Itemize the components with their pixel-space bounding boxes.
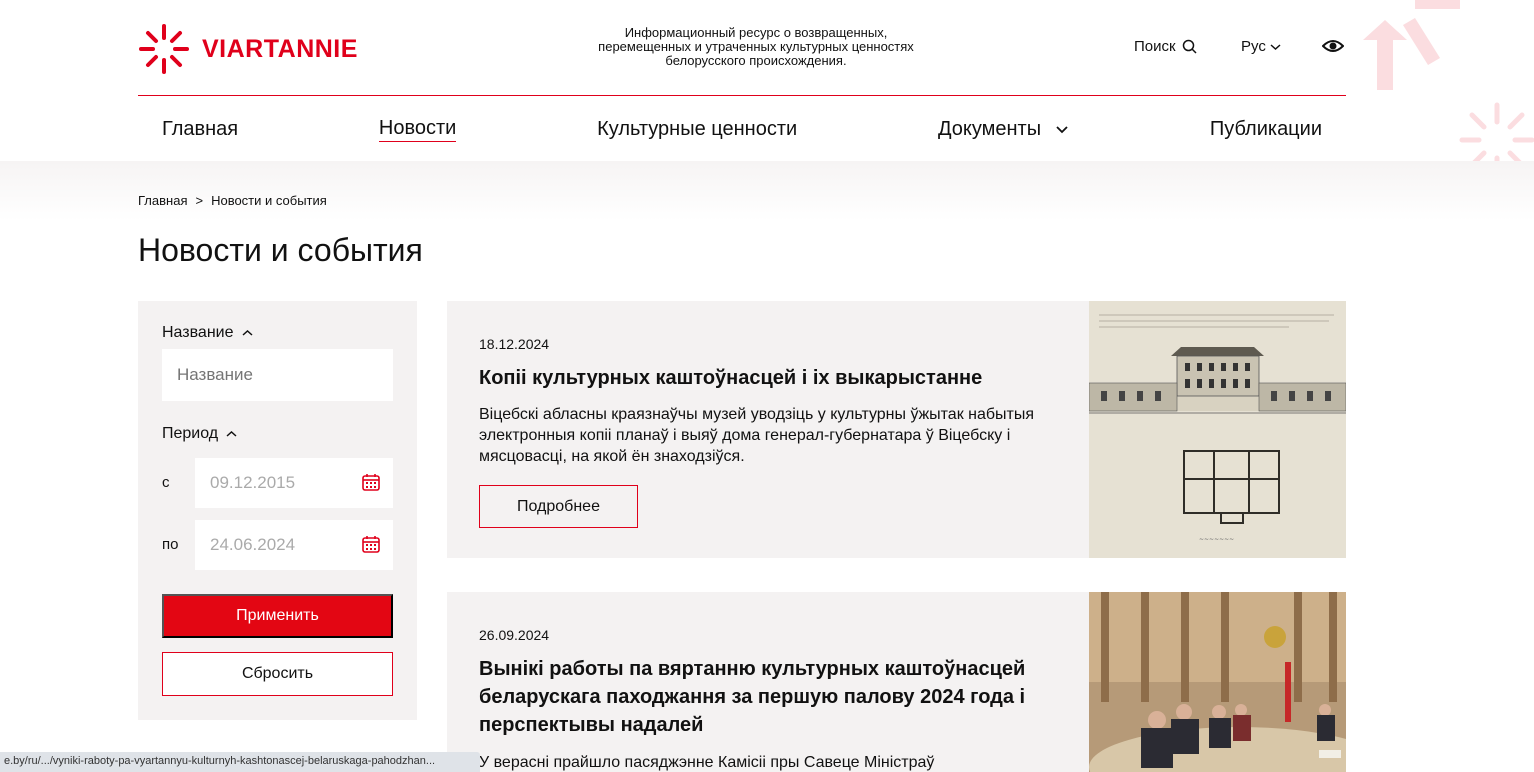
language-label: Рус xyxy=(1241,38,1266,55)
nav-item-cultural-values[interactable]: Культурные ценности xyxy=(597,118,797,141)
search-button[interactable]: Поиск xyxy=(1134,38,1197,55)
browser-status-url: e.by/ru/.../vyniki-raboty-pa-vyartannyu-… xyxy=(0,752,480,772)
filter-panel: Название Период с 09.12.2015 по 24.06.20… xyxy=(138,301,417,720)
breadcrumb-separator: > xyxy=(195,193,204,208)
breadcrumb-home[interactable]: Главная xyxy=(138,193,187,208)
nav-item-news[interactable]: Новости xyxy=(378,117,457,142)
news-summary: У верасні прайшло пасяджэнне Камісіі пры… xyxy=(479,754,935,771)
filter-period-toggle[interactable]: Период xyxy=(162,425,237,443)
nav-item-label: Новости xyxy=(378,117,457,142)
filter-period-label: Период xyxy=(162,425,219,442)
page-title: Новости и события xyxy=(138,232,423,268)
calendar-icon[interactable] xyxy=(361,472,381,492)
svg-text:~~~~~~~: ~~~~~~~ xyxy=(1199,536,1234,543)
filter-to-date[interactable]: 24.06.2024 xyxy=(195,520,393,570)
filter-name-toggle[interactable]: Название xyxy=(162,324,253,342)
news-summary: Віцебскі абласны краязнаўчы музей уводзі… xyxy=(479,406,1035,465)
header-band xyxy=(0,161,1534,221)
nav-item-label: Культурные ценности xyxy=(597,117,798,140)
reset-button[interactable]: Сбросить xyxy=(162,652,393,696)
filter-name-input[interactable] xyxy=(162,349,393,401)
logo-sunburst-icon xyxy=(139,24,189,74)
logo-text: VIARTANNIE xyxy=(202,34,358,63)
news-card: 18.12.2024 Копіі культурных каштоўнасцей… xyxy=(447,301,1346,558)
chevron-up-icon xyxy=(242,329,252,336)
apply-button[interactable]: Применить xyxy=(162,594,393,638)
more-button[interactable]: Подробнее xyxy=(479,485,638,528)
site-tagline: Информационный ресурс о возвращенных, пе… xyxy=(598,25,914,68)
nav-item-label: Публикации xyxy=(1209,117,1322,140)
chevron-up-icon xyxy=(226,430,237,437)
news-title[interactable]: Вынікі работы па вяртанню культурных каш… xyxy=(479,655,1069,739)
nav-item-documents[interactable]: Документы xyxy=(938,118,1069,141)
filter-to-label: по xyxy=(162,536,179,553)
filter-name-label: Название xyxy=(162,324,234,341)
search-icon xyxy=(1182,39,1197,54)
accessibility-eye-button[interactable] xyxy=(1321,37,1345,60)
filter-from-value: 09.12.2015 xyxy=(210,473,296,492)
nav-item-home[interactable]: Главная xyxy=(162,118,238,141)
news-title[interactable]: Копіі культурных каштоўнасцей і іх выкар… xyxy=(479,364,1069,392)
chevron-down-icon xyxy=(1270,43,1281,50)
nav-item-publications[interactable]: Публикации xyxy=(1210,118,1322,141)
news-date: 26.09.2024 xyxy=(479,627,550,643)
filter-to-value: 24.06.2024 xyxy=(210,535,296,554)
breadcrumb-current: Новости и события xyxy=(211,193,327,208)
language-selector[interactable]: Рус xyxy=(1241,38,1281,55)
news-image-meeting[interactable] xyxy=(1089,592,1346,772)
main-nav: Главная Новости Культурные ценности Доку… xyxy=(138,97,1346,161)
filter-from-label: с xyxy=(162,474,170,491)
search-label: Поиск xyxy=(1134,38,1176,55)
news-date: 18.12.2024 xyxy=(479,336,550,352)
site-logo[interactable]: VIARTANNIE xyxy=(138,22,358,76)
filter-from-date[interactable]: 09.12.2015 xyxy=(195,458,393,508)
breadcrumb: Главная > Новости и события xyxy=(138,193,327,208)
chevron-down-icon xyxy=(1056,125,1068,133)
nav-item-label: Документы xyxy=(937,117,1042,140)
news-card: 26.09.2024 Вынікі работы па вяртанню кул… xyxy=(447,592,1346,772)
eye-icon xyxy=(1321,40,1345,52)
nav-item-label: Главная xyxy=(162,117,239,140)
news-image-building-plan[interactable]: ~~~~~~~ xyxy=(1089,301,1346,558)
site-header: VIARTANNIE Информационный ресурс о возвр… xyxy=(138,0,1346,96)
calendar-icon[interactable] xyxy=(361,534,381,554)
